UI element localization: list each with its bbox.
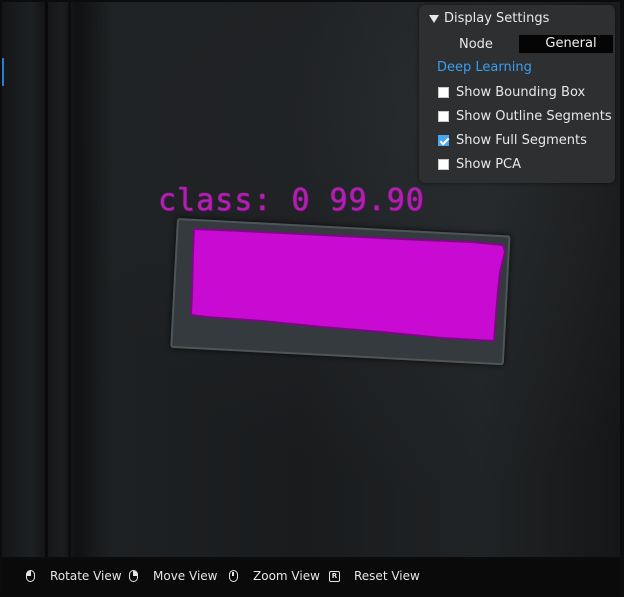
hint-label: Reset View [354, 569, 420, 583]
node-label: Node [459, 37, 493, 52]
full-segments-checkbox[interactable] [438, 135, 449, 146]
mouse-right-icon [129, 570, 138, 582]
bounding-box-checkbox[interactable] [438, 87, 449, 98]
deep-learning-section-title: Deep Learning [437, 60, 532, 75]
display-settings-panel: Display Settings Node General Deep Learn… [419, 5, 615, 183]
panel-header[interactable]: Display Settings [429, 11, 549, 26]
collapse-triangle-icon[interactable] [429, 15, 439, 23]
key-r-icon: R [329, 570, 340, 582]
status-bar: Rotate View Move View Zoom View R Reset … [2, 559, 620, 595]
mouse-left-icon [26, 570, 35, 582]
hint-move-view: Move View [129, 569, 217, 583]
node-select[interactable]: General [519, 35, 613, 53]
node-row: Node General [419, 35, 615, 55]
detection-label: class: 0 99.90 [158, 183, 425, 218]
hint-reset-view: R Reset View [329, 569, 420, 583]
mouse-wheel-icon [229, 570, 238, 582]
option-label: Show PCA [456, 157, 522, 172]
hint-label: Zoom View [253, 569, 320, 583]
option-show-full-segments[interactable]: Show Full Segments [438, 133, 587, 148]
pca-checkbox[interactable] [438, 159, 449, 170]
panel-title: Display Settings [444, 11, 550, 26]
option-label: Show Outline Segments [456, 109, 612, 124]
option-label: Show Full Segments [456, 133, 587, 148]
hint-label: Rotate View [50, 569, 122, 583]
hint-rotate-view: Rotate View [26, 569, 122, 583]
outline-segments-checkbox[interactable] [438, 111, 449, 122]
hint-label: Move View [153, 569, 218, 583]
option-show-outline-segments[interactable]: Show Outline Segments [438, 109, 612, 124]
hint-zoom-view: Zoom View [229, 569, 320, 583]
option-label: Show Bounding Box [456, 85, 586, 100]
option-show-bounding-box[interactable]: Show Bounding Box [438, 85, 585, 100]
option-show-pca[interactable]: Show PCA [438, 157, 521, 172]
full-segment-mask [189, 227, 507, 343]
